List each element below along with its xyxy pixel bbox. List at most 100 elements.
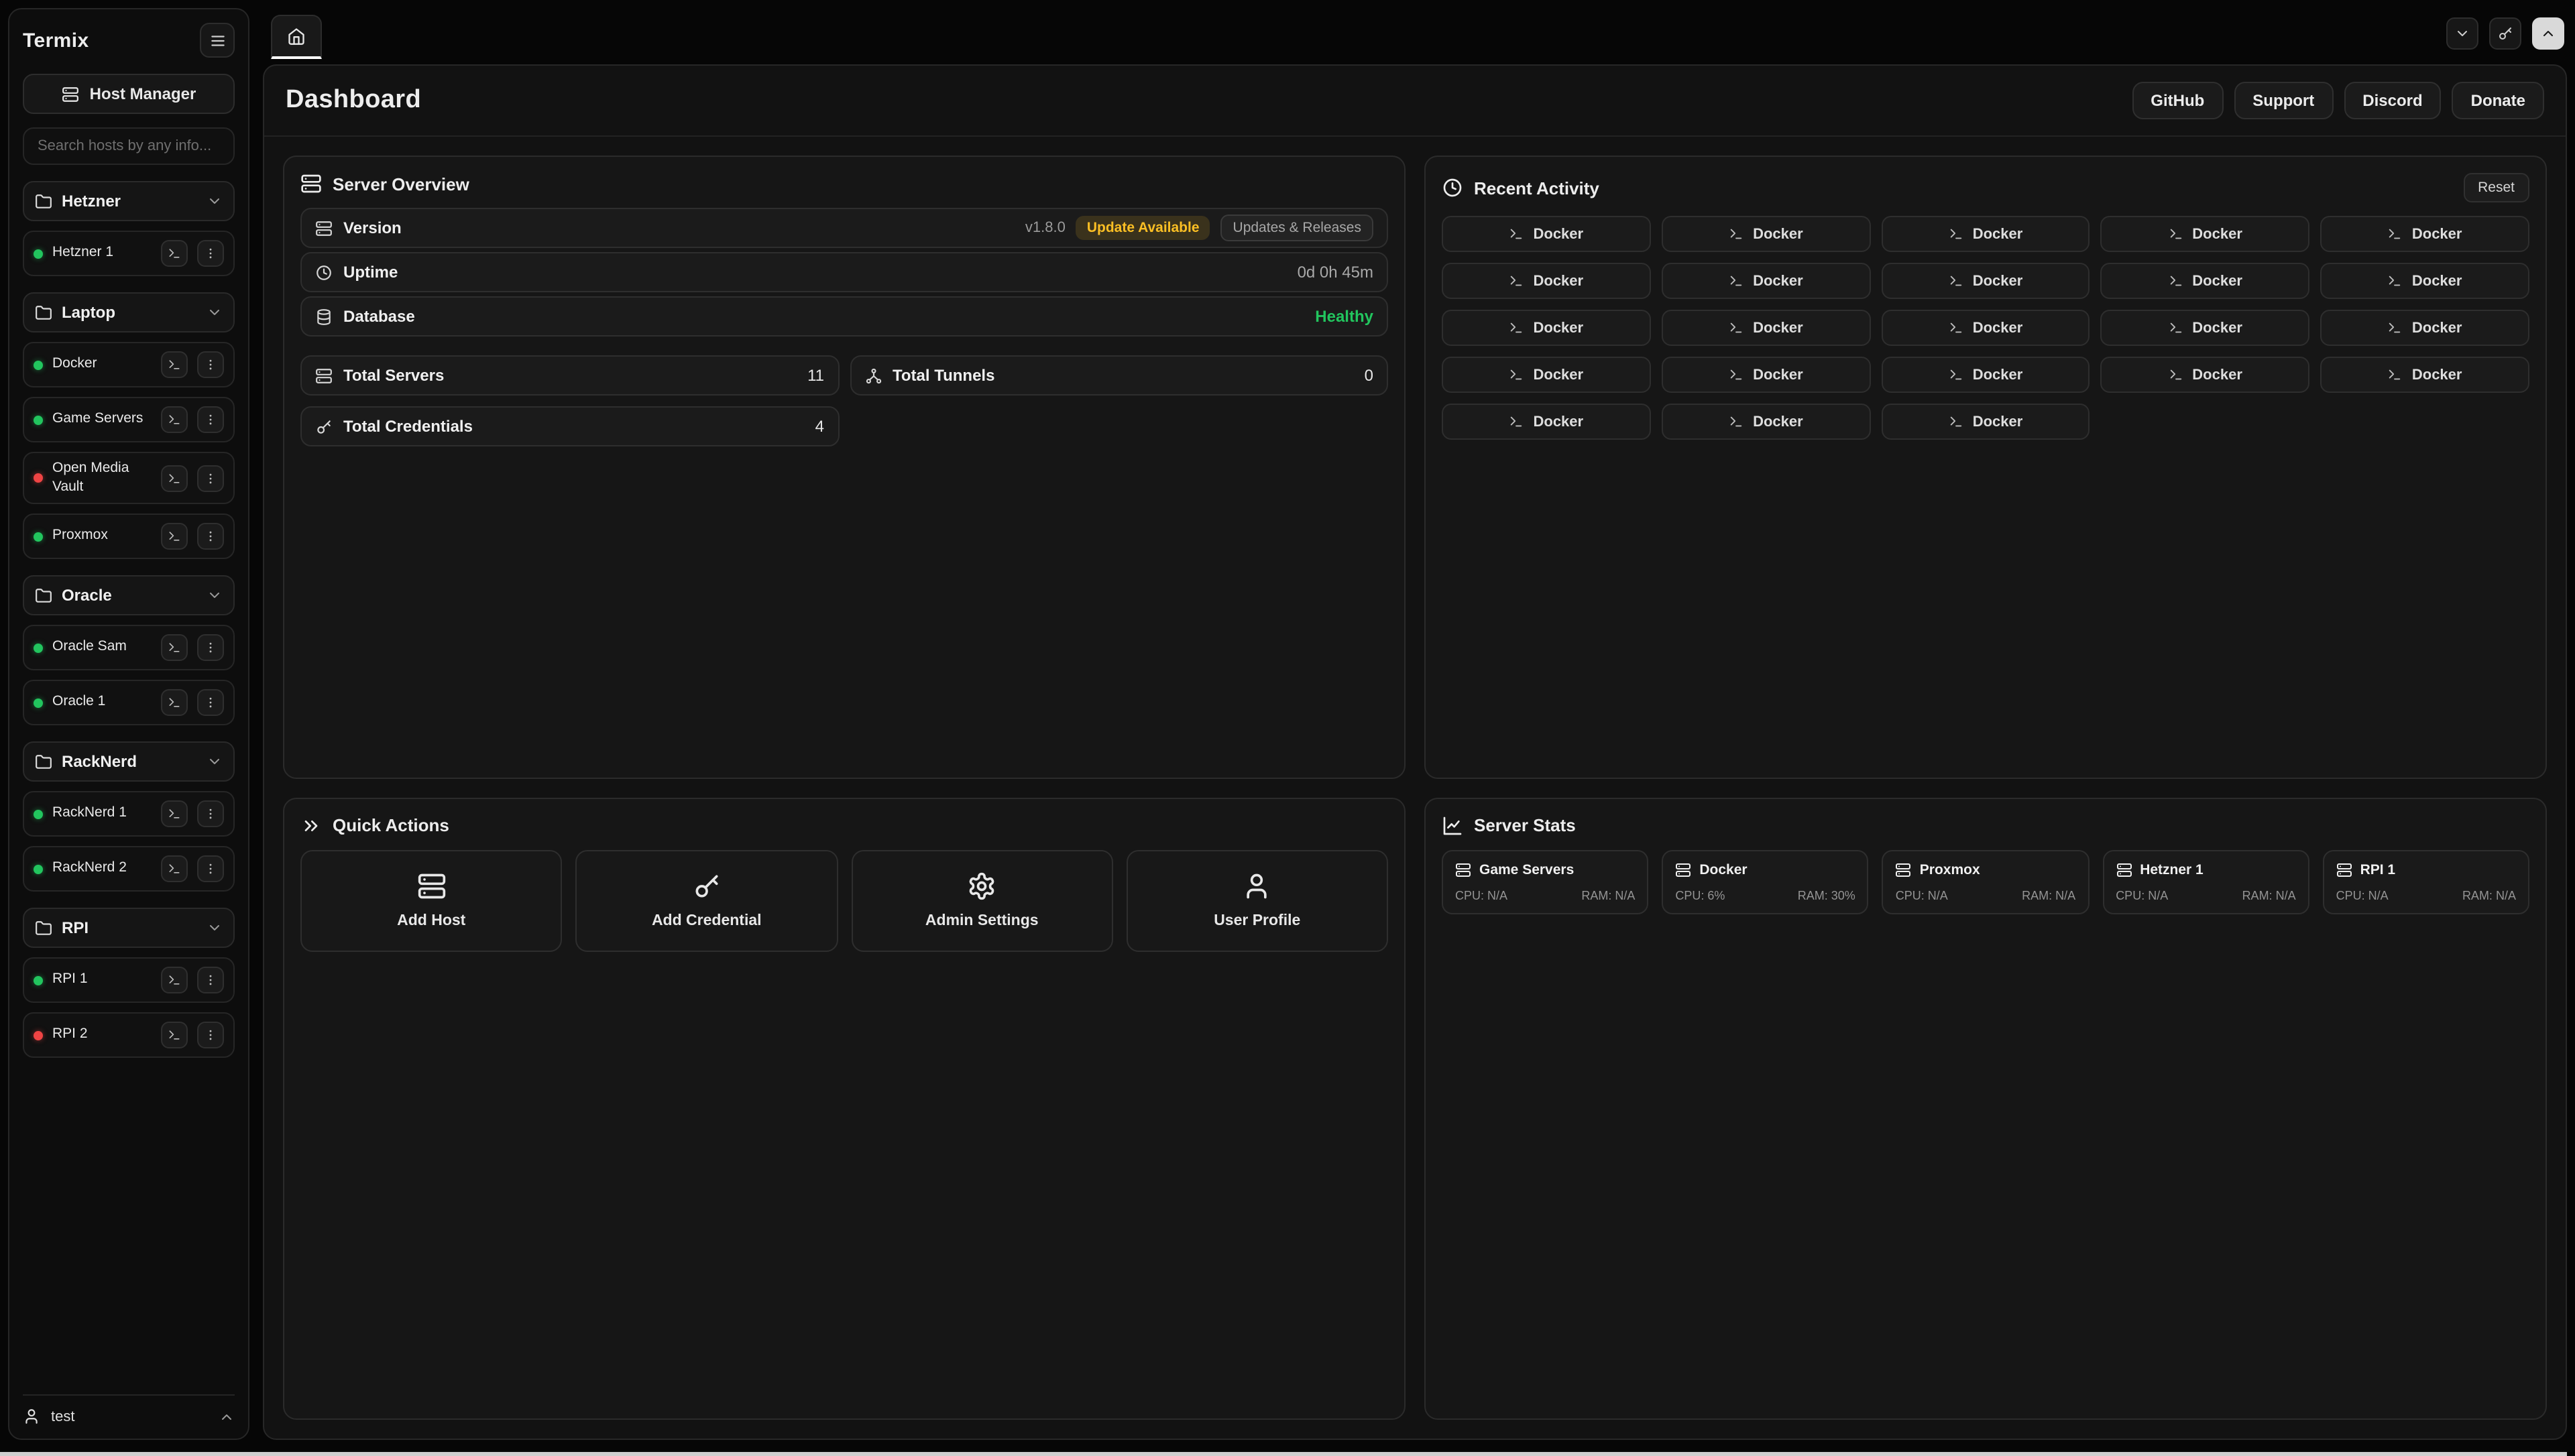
host-item[interactable]: Open Media Vault (23, 452, 235, 505)
tabbar-chevron-up-button[interactable] (2532, 17, 2564, 50)
host-item[interactable]: Docker (23, 342, 235, 387)
host-menu-button[interactable] (197, 1022, 224, 1049)
activity-item-button[interactable]: Docker (2101, 263, 2310, 299)
host-terminal-button[interactable] (161, 465, 188, 491)
activity-item-button[interactable]: Docker (1442, 404, 1651, 440)
host-item[interactable]: Hetzner 1 (23, 231, 235, 276)
host-terminal-button[interactable] (161, 690, 188, 717)
dashboard-content: Server Overview Version v1.8.0 Update Av… (264, 137, 2566, 1439)
quick-action-label: Add Credential (652, 913, 762, 929)
host-terminal-button[interactable] (161, 856, 188, 883)
host-manager-button[interactable]: Host Manager (23, 74, 235, 114)
server-stat-card[interactable]: Proxmox CPU: N/A RAM: N/A (1882, 849, 2089, 914)
host-terminal-button[interactable] (161, 801, 188, 828)
host-item[interactable]: Proxmox (23, 514, 235, 560)
activity-item-button[interactable]: Docker (1442, 357, 1651, 393)
chevron-down-icon[interactable] (207, 193, 223, 209)
updates-releases-button[interactable]: Updates & Releases (1221, 215, 1373, 241)
card-title: Server Stats (1474, 815, 1576, 835)
chevron-up-icon[interactable] (219, 1408, 235, 1424)
host-menu-button[interactable] (197, 465, 224, 491)
activity-item-button[interactable]: Docker (1662, 263, 1871, 299)
admin-settings-button[interactable]: Admin Settings (851, 849, 1113, 951)
github-button[interactable]: GitHub (2132, 82, 2223, 119)
host-menu-button[interactable] (197, 524, 224, 550)
host-terminal-button[interactable] (161, 967, 188, 994)
activity-item-button[interactable]: Docker (1662, 216, 1871, 252)
add-host-button[interactable]: Add Host (300, 849, 563, 951)
tabbar-chevron-down-button[interactable] (2446, 17, 2478, 50)
user-profile-button[interactable]: User Profile (1127, 849, 1389, 951)
server-stat-card[interactable]: Hetzner 1 CPU: N/A RAM: N/A (2102, 849, 2309, 914)
activity-item-button[interactable]: Docker (2320, 310, 2529, 346)
folder-header[interactable]: RPI (23, 908, 235, 949)
activity-item-button[interactable]: Docker (2320, 357, 2529, 393)
activity-item-button[interactable]: Docker (1442, 310, 1651, 346)
support-button[interactable]: Support (2234, 82, 2333, 119)
host-menu-button[interactable] (197, 240, 224, 267)
donate-button[interactable]: Donate (2452, 82, 2544, 119)
activity-item-button[interactable]: Docker (2101, 357, 2310, 393)
host-item[interactable]: Oracle Sam (23, 625, 235, 671)
host-terminal-button[interactable] (161, 524, 188, 550)
terminal-icon (1509, 320, 1524, 335)
activity-item-button[interactable]: Docker (2101, 216, 2310, 252)
user-menu[interactable]: test (23, 1394, 235, 1425)
host-item[interactable]: RackNerd 1 (23, 792, 235, 837)
server-stat-card[interactable]: Docker CPU: 6% RAM: 30% (1662, 849, 1868, 914)
activity-item-button[interactable]: Docker (1881, 216, 2090, 252)
activity-item-button[interactable]: Docker (1881, 404, 2090, 440)
host-item[interactable]: RackNerd 2 (23, 847, 235, 892)
host-search-input[interactable] (23, 127, 235, 165)
activity-item-button[interactable]: Docker (1442, 263, 1651, 299)
host-terminal-button[interactable] (161, 406, 188, 433)
host-menu-button[interactable] (197, 351, 224, 378)
activity-item-button[interactable]: Docker (1662, 357, 1871, 393)
server-icon (300, 173, 322, 194)
host-terminal-button[interactable] (161, 351, 188, 378)
tabbar-key-button[interactable] (2489, 17, 2521, 50)
activity-item-button[interactable]: Docker (1881, 310, 2090, 346)
folder-header[interactable]: RackNerd (23, 742, 235, 782)
reset-button[interactable]: Reset (2463, 173, 2529, 202)
activity-item-button[interactable]: Docker (1442, 216, 1651, 252)
folder-header[interactable]: Hetzner (23, 181, 235, 221)
chevron-down-icon[interactable] (207, 754, 223, 770)
host-item[interactable]: RPI 1 (23, 958, 235, 1004)
host-terminal-button[interactable] (161, 635, 188, 662)
host-menu-button[interactable] (197, 801, 224, 828)
chevron-down-icon[interactable] (207, 588, 223, 604)
activity-item-button[interactable]: Docker (1881, 357, 2090, 393)
activity-item-button[interactable]: Docker (1662, 310, 1871, 346)
horizontal-scrollbar[interactable] (0, 1452, 2567, 1456)
host-menu-button[interactable] (197, 856, 224, 883)
activity-item-button[interactable]: Docker (2320, 263, 2529, 299)
main-panel: Dashboard GitHubSupportDiscordDonate Ser… (263, 64, 2567, 1440)
sidebar-menu-button[interactable] (200, 23, 235, 58)
activity-item-button[interactable]: Docker (2320, 216, 2529, 252)
host-status-dot (34, 1031, 43, 1040)
host-menu-button[interactable] (197, 967, 224, 994)
server-stat-card[interactable]: Game Servers CPU: N/A RAM: N/A (1442, 849, 1648, 914)
server-stat-card[interactable]: RPI 1 CPU: N/A RAM: N/A (2323, 849, 2529, 914)
host-item[interactable]: Oracle 1 (23, 680, 235, 726)
chevron-down-icon[interactable] (207, 920, 223, 936)
discord-button[interactable]: Discord (2344, 82, 2441, 119)
terminal-icon (2168, 367, 2183, 382)
tab-home[interactable] (271, 15, 322, 59)
host-item[interactable]: Game Servers (23, 397, 235, 442)
add-credential-button[interactable]: Add Credential (576, 849, 838, 951)
folder-header[interactable]: Laptop (23, 292, 235, 332)
activity-item-button[interactable]: Docker (1662, 404, 1871, 440)
host-menu-button[interactable] (197, 406, 224, 433)
chevron-down-icon[interactable] (207, 304, 223, 320)
activity-item-button[interactable]: Docker (2101, 310, 2310, 346)
folder-header[interactable]: Oracle (23, 576, 235, 616)
host-item[interactable]: RPI 2 (23, 1013, 235, 1058)
host-terminal-button[interactable] (161, 240, 188, 267)
host-terminal-button[interactable] (161, 1022, 188, 1049)
activity-item-button[interactable]: Docker (1881, 263, 2090, 299)
host-menu-button[interactable] (197, 690, 224, 717)
total-servers-label: Total Servers (343, 366, 797, 385)
host-menu-button[interactable] (197, 635, 224, 662)
